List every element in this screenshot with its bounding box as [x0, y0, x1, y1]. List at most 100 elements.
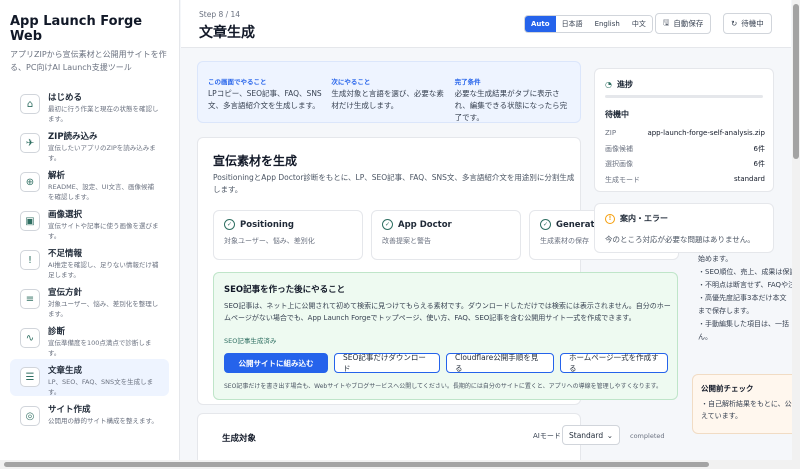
- sidebar-item-label: サイト作成: [48, 405, 91, 415]
- lang-english-button[interactable]: English: [588, 16, 626, 32]
- sidebar-item[interactable]: ☰ 文章生成 LP、SEO、FAQ、SNS文を生成します。: [10, 359, 169, 396]
- generate-card: 宣伝素材を生成 PositioningとApp Doctor診断をもとに、LP、…: [197, 137, 679, 405]
- vertical-scroll-thumb[interactable]: [793, 4, 799, 159]
- guidance-text: なく、始めます。・SEO順位、売上、成果は保証・不明点は断言せず、FAQや注・高…: [692, 240, 792, 344]
- sidebar-item[interactable]: ▣ 画像選択 宣伝サイトや記事に使う画像を選びます。: [10, 203, 169, 240]
- pulse-icon: ∿: [20, 328, 40, 348]
- lang-japanese-button[interactable]: 日本語: [555, 16, 589, 32]
- sidebar-item-desc: AI推定を確認し、足りない情報だけ補足します。: [48, 261, 159, 279]
- tile-desc: 改善提案と警告: [382, 237, 431, 245]
- lang-auto-button[interactable]: Auto: [525, 16, 556, 32]
- language-switcher: Auto 日本語 English 中文: [524, 15, 653, 33]
- sidebar-item-label: 診断: [48, 327, 66, 337]
- seo-next-steps: SEO記事を作った後にやること SEO記事は、ネット上に公開されて初めて検索に見…: [213, 272, 678, 400]
- notice-panel: ! 案内・エラー 今のところ対応が必要な問題はありません。: [594, 203, 774, 253]
- app-subtitle: アプリZIPから宣伝素材と公開用サイトを作る、PC向けAI Launch支援ツー…: [10, 50, 167, 72]
- sidebar-nav: ⌂ はじめる 最初に行う作業と現在の状態を確認します。 ✈ ZIP読み込み 宣伝したいアプ…: [0, 86, 179, 435]
- progress-row-mode: 生成モード standard: [605, 175, 765, 185]
- generate-card-title: 宣伝素材を生成: [213, 154, 298, 168]
- sidebar-item-desc: 対象ユーザー、悩み、差別化を整理します。: [48, 300, 159, 318]
- sidebar-item[interactable]: ◎ サイト作成公開用の静的サイト構成を整えます。: [10, 398, 169, 435]
- sidebar-item[interactable]: ! 不足情報 AI推定を確認し、足りない情報だけ補足します。: [10, 242, 169, 279]
- horizontal-scroll-thumb[interactable]: [4, 462, 709, 467]
- horizontal-scrollbar[interactable]: [0, 460, 792, 469]
- row-key: ZIP: [605, 129, 617, 137]
- lang-chinese-button[interactable]: 中文: [625, 16, 652, 32]
- sidebar-item-label: 不足情報: [48, 249, 83, 259]
- sidebar-item-desc: 最初に行う作業と現在の状態を確認します。: [48, 105, 159, 123]
- sidebar-item-label: 宣伝方針: [48, 288, 83, 298]
- chevron-down-icon: ⌄: [606, 430, 613, 440]
- tile-positioning: ✓ Positioning 対象ユーザー、悩み、差別化: [213, 210, 363, 260]
- sidebar-item[interactable]: ✈ ZIP読み込み 宣伝したいアプリのZIPを読み込みます。: [10, 125, 169, 162]
- ai-mode-select[interactable]: Standard ⌄: [562, 425, 620, 445]
- search-icon: ⊕: [20, 172, 40, 192]
- info-next-body: 生成対象と言語を選び、必要な素材だけ生成します。: [331, 89, 444, 110]
- sidebar-item-desc: 公開用の静的サイト構成を整えます。: [48, 417, 158, 425]
- download-seo-button[interactable]: SEO記事だけダウンロード: [334, 353, 440, 373]
- sidebar-item-label: ZIP読み込み: [48, 132, 98, 142]
- info-next-heading: 次にやること: [331, 78, 371, 86]
- sidebar-item-text: はじめる 最初に行う作業と現在の状態を確認します。: [48, 92, 159, 124]
- info-what-heading: この画面でやること: [208, 78, 267, 86]
- check-icon: ✓: [224, 219, 235, 230]
- clipboard-icon: ≡: [20, 289, 40, 309]
- info-done-heading: 完了条件: [454, 78, 481, 86]
- seo-note: SEO記事だけを書き出す場合も、Webサイトやブログサービスへ公開してください。…: [224, 383, 662, 390]
- sidebar-item-label: 画像選択: [48, 210, 83, 220]
- sidebar-item[interactable]: ∿ 診断宣伝準備度を100点満点で診断します。: [10, 320, 169, 357]
- tile-title: App Doctor: [398, 219, 452, 230]
- seo-next-title: SEO記事を作った後にやること: [224, 285, 346, 295]
- embed-public-site-button[interactable]: 公開サイトに組み込む: [224, 353, 328, 373]
- step-indicator: Step 8 / 14: [199, 10, 241, 19]
- sidebar-item-desc: 宣伝サイトや記事に使う画像を選びます。: [48, 222, 159, 240]
- sidebar-item-desc: LP、SEO、FAQ、SNS文を生成します。: [48, 378, 154, 396]
- progress-row-selected-images: 選択画像 6件: [605, 159, 765, 169]
- sidebar-item-desc: README、設定、UI文言、画像候補を確認します。: [48, 183, 154, 201]
- sidebar-item-text: 画像選択宣伝サイトや記事に使う画像を選びます。: [48, 209, 159, 241]
- info-next: 次にやること 生成対象と言語を選び、必要な素材だけ生成します。: [331, 76, 446, 110]
- app-title: App Launch Forge Web: [10, 14, 143, 44]
- waiting-label: 待機中: [741, 19, 764, 28]
- seo-next-desc: SEO記事は、ネット上に公開されて初めて検索に見つけてもらえる素材です。ダウンロ…: [224, 302, 671, 322]
- cloudflare-guide-button[interactable]: Cloudflare公開手順を見る: [446, 353, 554, 373]
- sidebar-item-text: サイト作成公開用の静的サイト構成を整えます。: [48, 404, 158, 426]
- vertical-scrollbar[interactable]: [792, 0, 800, 469]
- sidebar-item[interactable]: ⌂ はじめる 最初に行う作業と現在の状態を確認します。: [10, 86, 169, 123]
- notice-body: 今のところ対応が必要な問題はありません。: [605, 235, 755, 244]
- check-icon: ✓: [540, 219, 551, 230]
- sidebar-item-desc: 宣伝準備度を100点満点で診断します。: [48, 339, 152, 357]
- waiting-status-button[interactable]: ↻ 待機中: [723, 13, 772, 34]
- tile-title: Positioning: [240, 219, 294, 230]
- progress-row-image-candidates: 画像候補 6件: [605, 144, 765, 154]
- sidebar-item[interactable]: ⊕ 解析 README、設定、UI文言、画像候補を確認します。: [10, 164, 169, 201]
- progress-bar: [605, 95, 763, 98]
- check-icon: ✓: [382, 219, 393, 230]
- sidebar-item-text: 診断宣伝準備度を100点満点で診断します。: [48, 326, 159, 358]
- autosave-button[interactable]: 🖫 自動保存: [655, 13, 712, 34]
- sidebar-item-desc: 宣伝したいアプリのZIPを読み込みます。: [48, 144, 156, 162]
- progress-icon: ◔: [605, 80, 612, 89]
- globe-icon: ◎: [20, 406, 40, 426]
- autosave-label: 自動保存: [673, 19, 704, 28]
- targets-status: completed: [630, 432, 665, 440]
- header: Step 8 / 14 文章生成 Auto 日本語 English 中文 🖫 自…: [181, 0, 791, 48]
- sidebar-item-text: 文章生成 LP、SEO、FAQ、SNS文を生成します。: [48, 365, 159, 397]
- guidance-line: 始めます。: [698, 255, 733, 263]
- save-icon: 🖫: [663, 18, 670, 27]
- targets-title: 生成対象: [222, 434, 257, 444]
- tile-desc: 対象ユーザー、悩み、差別化: [224, 237, 315, 245]
- document-icon: !: [20, 250, 40, 270]
- sidebar-item-text: 不足情報 AI推定を確認し、足りない情報だけ補足します。: [48, 248, 159, 280]
- seo-status-tag: SEO記事生成済み: [224, 337, 277, 345]
- row-value: 6件: [753, 145, 765, 153]
- guidance-line: ・SEO順位、売上、成果は保証: [698, 268, 792, 276]
- row-value: app-launch-forge-self-analysis.zip: [647, 129, 765, 137]
- create-homepage-button[interactable]: ホームページ一式を作成する: [560, 353, 668, 373]
- refresh-icon: ↻: [731, 19, 738, 28]
- sidebar-item[interactable]: ≡ 宣伝方針対象ユーザー、悩み、差別化を整理します。: [10, 281, 169, 318]
- row-key: 選択画像: [605, 160, 633, 168]
- row-value: 6件: [753, 160, 765, 168]
- sidebar-item-label: 文章生成: [48, 366, 83, 376]
- row-value: standard: [733, 175, 765, 183]
